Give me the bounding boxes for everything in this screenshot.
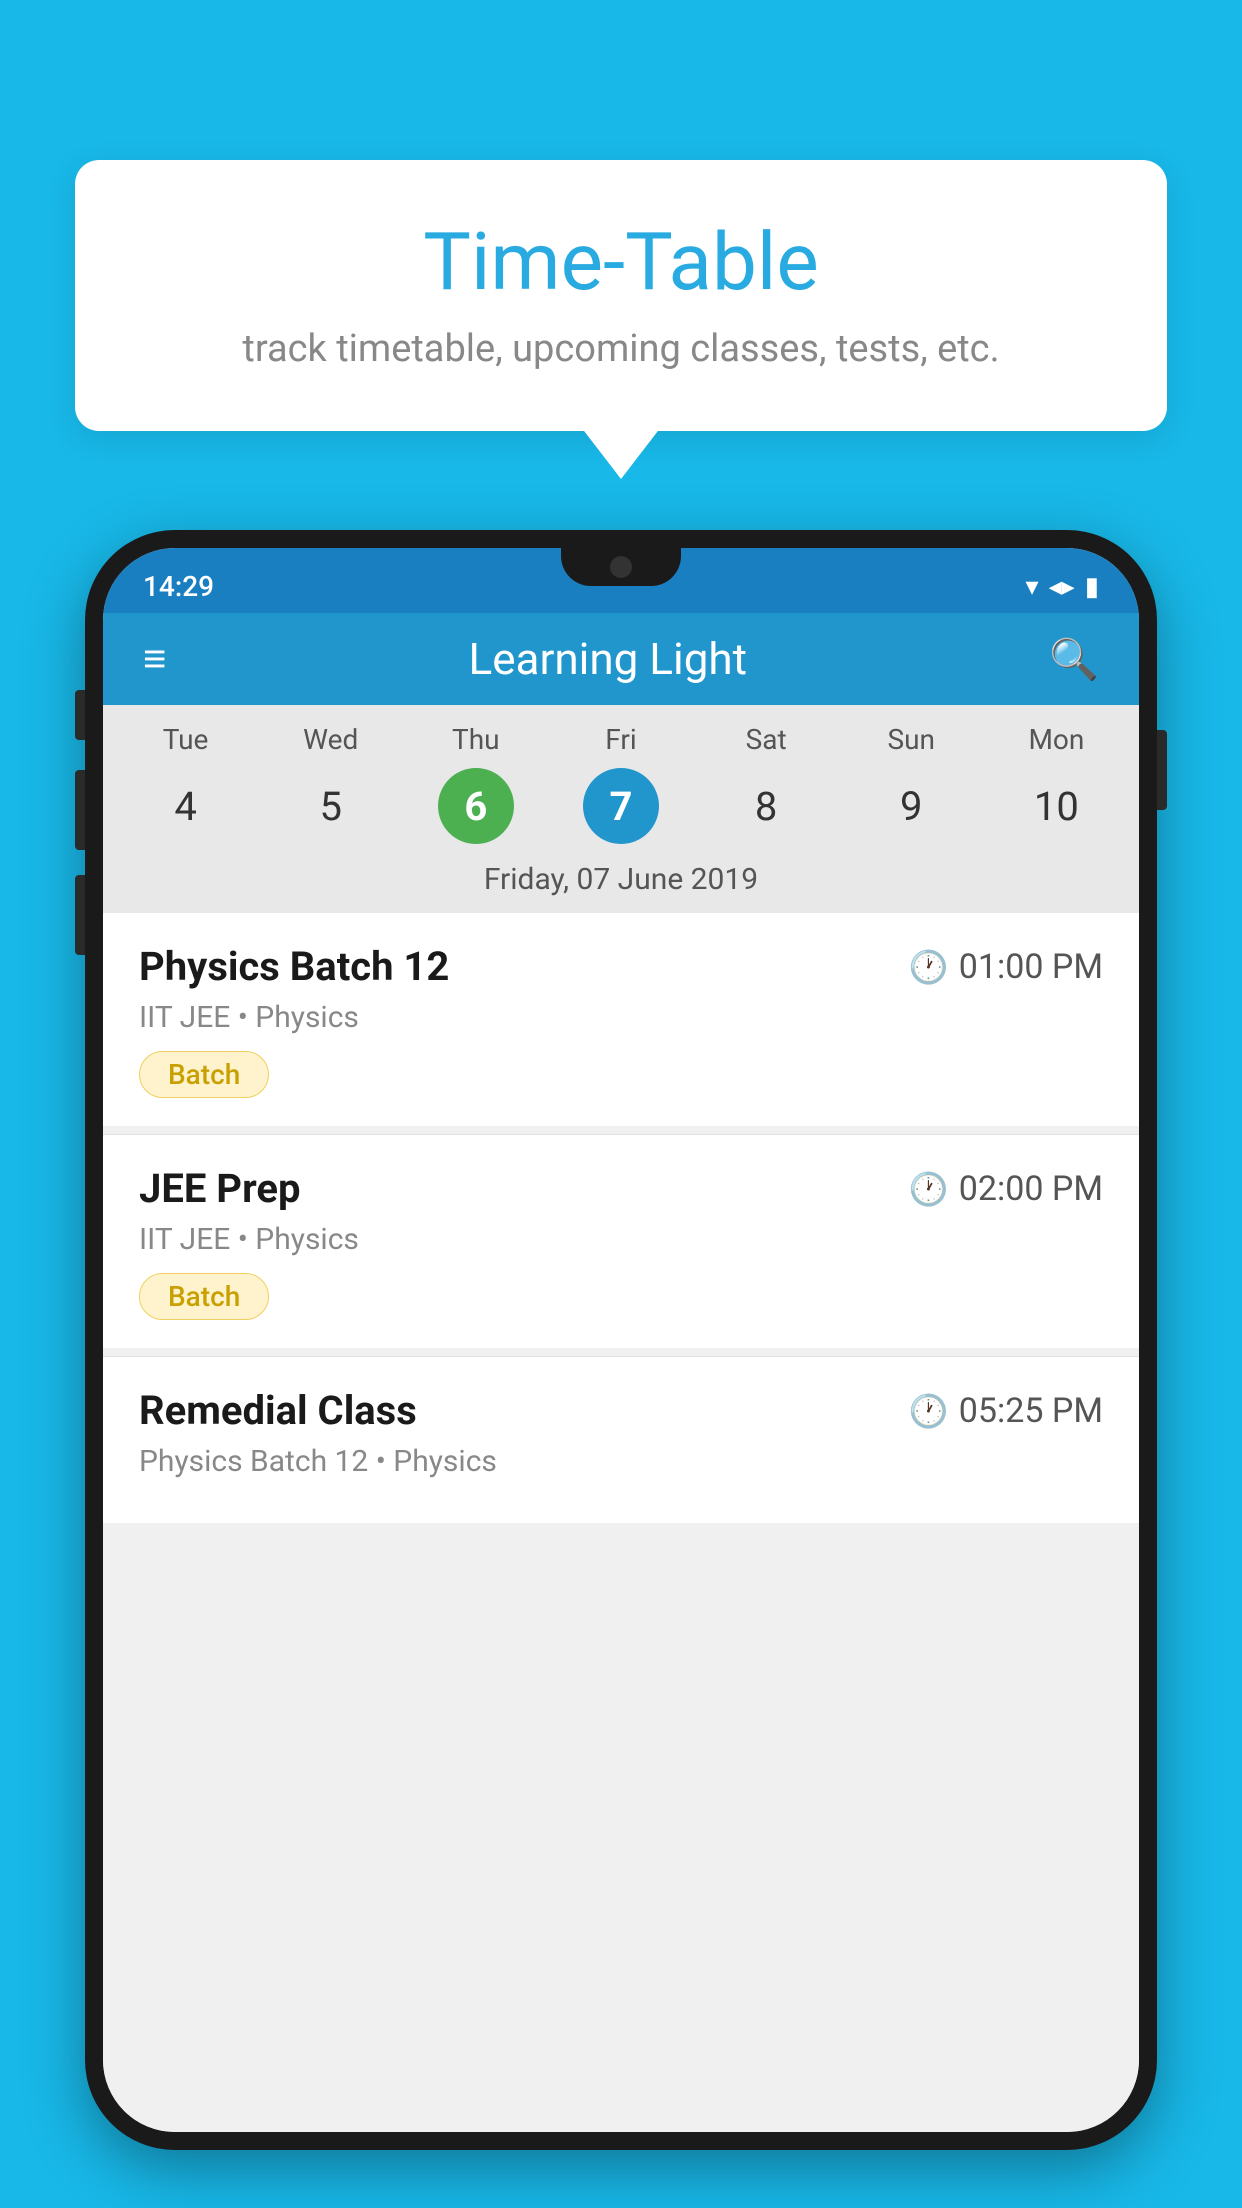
selected-date-label: Friday, 07 June 2019: [103, 862, 1139, 913]
phone-btn-right: [1157, 730, 1167, 810]
phone-notch: [561, 548, 681, 586]
date-9[interactable]: 9: [873, 768, 949, 844]
day-label-mon: Mon: [1006, 723, 1106, 756]
phone-btn-left2: [75, 770, 85, 850]
day-label-fri: Fri: [571, 723, 671, 756]
app-bar-title: Learning Light: [469, 633, 748, 685]
date-7-selected[interactable]: 7: [583, 768, 659, 844]
signal-icon: ◂▸: [1049, 572, 1075, 602]
date-10[interactable]: 10: [1018, 768, 1094, 844]
bubble-title: Time-Table: [135, 215, 1107, 309]
events-list: Physics Batch 12 🕐 01:00 PM IIT JEE • Ph…: [103, 913, 1139, 2132]
event-name-2: JEE Prep: [139, 1165, 300, 1212]
phone-wrapper: 14:29 ▾ ◂▸ ▮ ≡ Learning Light 🔍 Tue Wed …: [85, 530, 1157, 2208]
calendar-dates: 4 5 6 7 8 9 10: [103, 764, 1139, 862]
event-time-2: 🕐 02:00 PM: [909, 1169, 1103, 1209]
battery-icon: ▮: [1085, 572, 1099, 602]
clock-icon-2: 🕐: [909, 1170, 949, 1208]
phone-btn-left1: [75, 690, 85, 740]
phone-screen: 14:29 ▾ ◂▸ ▮ ≡ Learning Light 🔍 Tue Wed …: [103, 548, 1139, 2132]
date-4[interactable]: 4: [148, 768, 224, 844]
date-5[interactable]: 5: [293, 768, 369, 844]
batch-badge-2: Batch: [139, 1273, 269, 1320]
event-header-1: Physics Batch 12 🕐 01:00 PM: [139, 943, 1103, 990]
clock-icon-1: 🕐: [909, 948, 949, 986]
batch-badge-1: Batch: [139, 1051, 269, 1098]
event-card-3[interactable]: Remedial Class 🕐 05:25 PM Physics Batch …: [103, 1357, 1139, 1523]
date-6-today[interactable]: 6: [438, 768, 514, 844]
event-card-1[interactable]: Physics Batch 12 🕐 01:00 PM IIT JEE • Ph…: [103, 913, 1139, 1126]
phone-btn-left3: [75, 875, 85, 955]
hamburger-icon[interactable]: ≡: [143, 639, 166, 679]
app-bar: ≡ Learning Light 🔍: [103, 613, 1139, 705]
event-name-3: Remedial Class: [139, 1387, 417, 1434]
event-header-3: Remedial Class 🕐 05:25 PM: [139, 1387, 1103, 1434]
event-name-1: Physics Batch 12: [139, 943, 449, 990]
calendar-strip: Tue Wed Thu Fri Sat Sun Mon 4 5 6 7 8 9 …: [103, 705, 1139, 913]
day-label-sat: Sat: [716, 723, 816, 756]
day-label-thu: Thu: [426, 723, 526, 756]
day-label-wed: Wed: [281, 723, 381, 756]
event-meta-1: IIT JEE • Physics: [139, 1000, 1103, 1035]
event-header-2: JEE Prep 🕐 02:00 PM: [139, 1165, 1103, 1212]
event-time-3: 🕐 05:25 PM: [909, 1391, 1103, 1431]
event-time-1: 🕐 01:00 PM: [909, 947, 1103, 987]
phone-outer: 14:29 ▾ ◂▸ ▮ ≡ Learning Light 🔍 Tue Wed …: [85, 530, 1157, 2150]
bubble-subtitle: track timetable, upcoming classes, tests…: [135, 327, 1107, 371]
day-label-sun: Sun: [861, 723, 961, 756]
phone-camera: [610, 556, 632, 578]
wifi-icon: ▾: [1026, 572, 1039, 602]
event-meta-3: Physics Batch 12 • Physics: [139, 1444, 1103, 1479]
clock-icon-3: 🕐: [909, 1392, 949, 1430]
event-time-value-2: 02:00 PM: [959, 1169, 1103, 1209]
event-time-value-1: 01:00 PM: [959, 947, 1103, 987]
event-meta-2: IIT JEE • Physics: [139, 1222, 1103, 1257]
event-card-2[interactable]: JEE Prep 🕐 02:00 PM IIT JEE • Physics Ba…: [103, 1135, 1139, 1348]
date-8[interactable]: 8: [728, 768, 804, 844]
status-icons: ▾ ◂▸ ▮: [1026, 572, 1099, 602]
search-icon[interactable]: 🔍: [1049, 636, 1099, 683]
status-time: 14:29: [143, 570, 214, 603]
speech-bubble-card: Time-Table track timetable, upcoming cla…: [75, 160, 1167, 431]
day-label-tue: Tue: [136, 723, 236, 756]
event-time-value-3: 05:25 PM: [959, 1391, 1103, 1431]
calendar-days-header: Tue Wed Thu Fri Sat Sun Mon: [103, 705, 1139, 764]
